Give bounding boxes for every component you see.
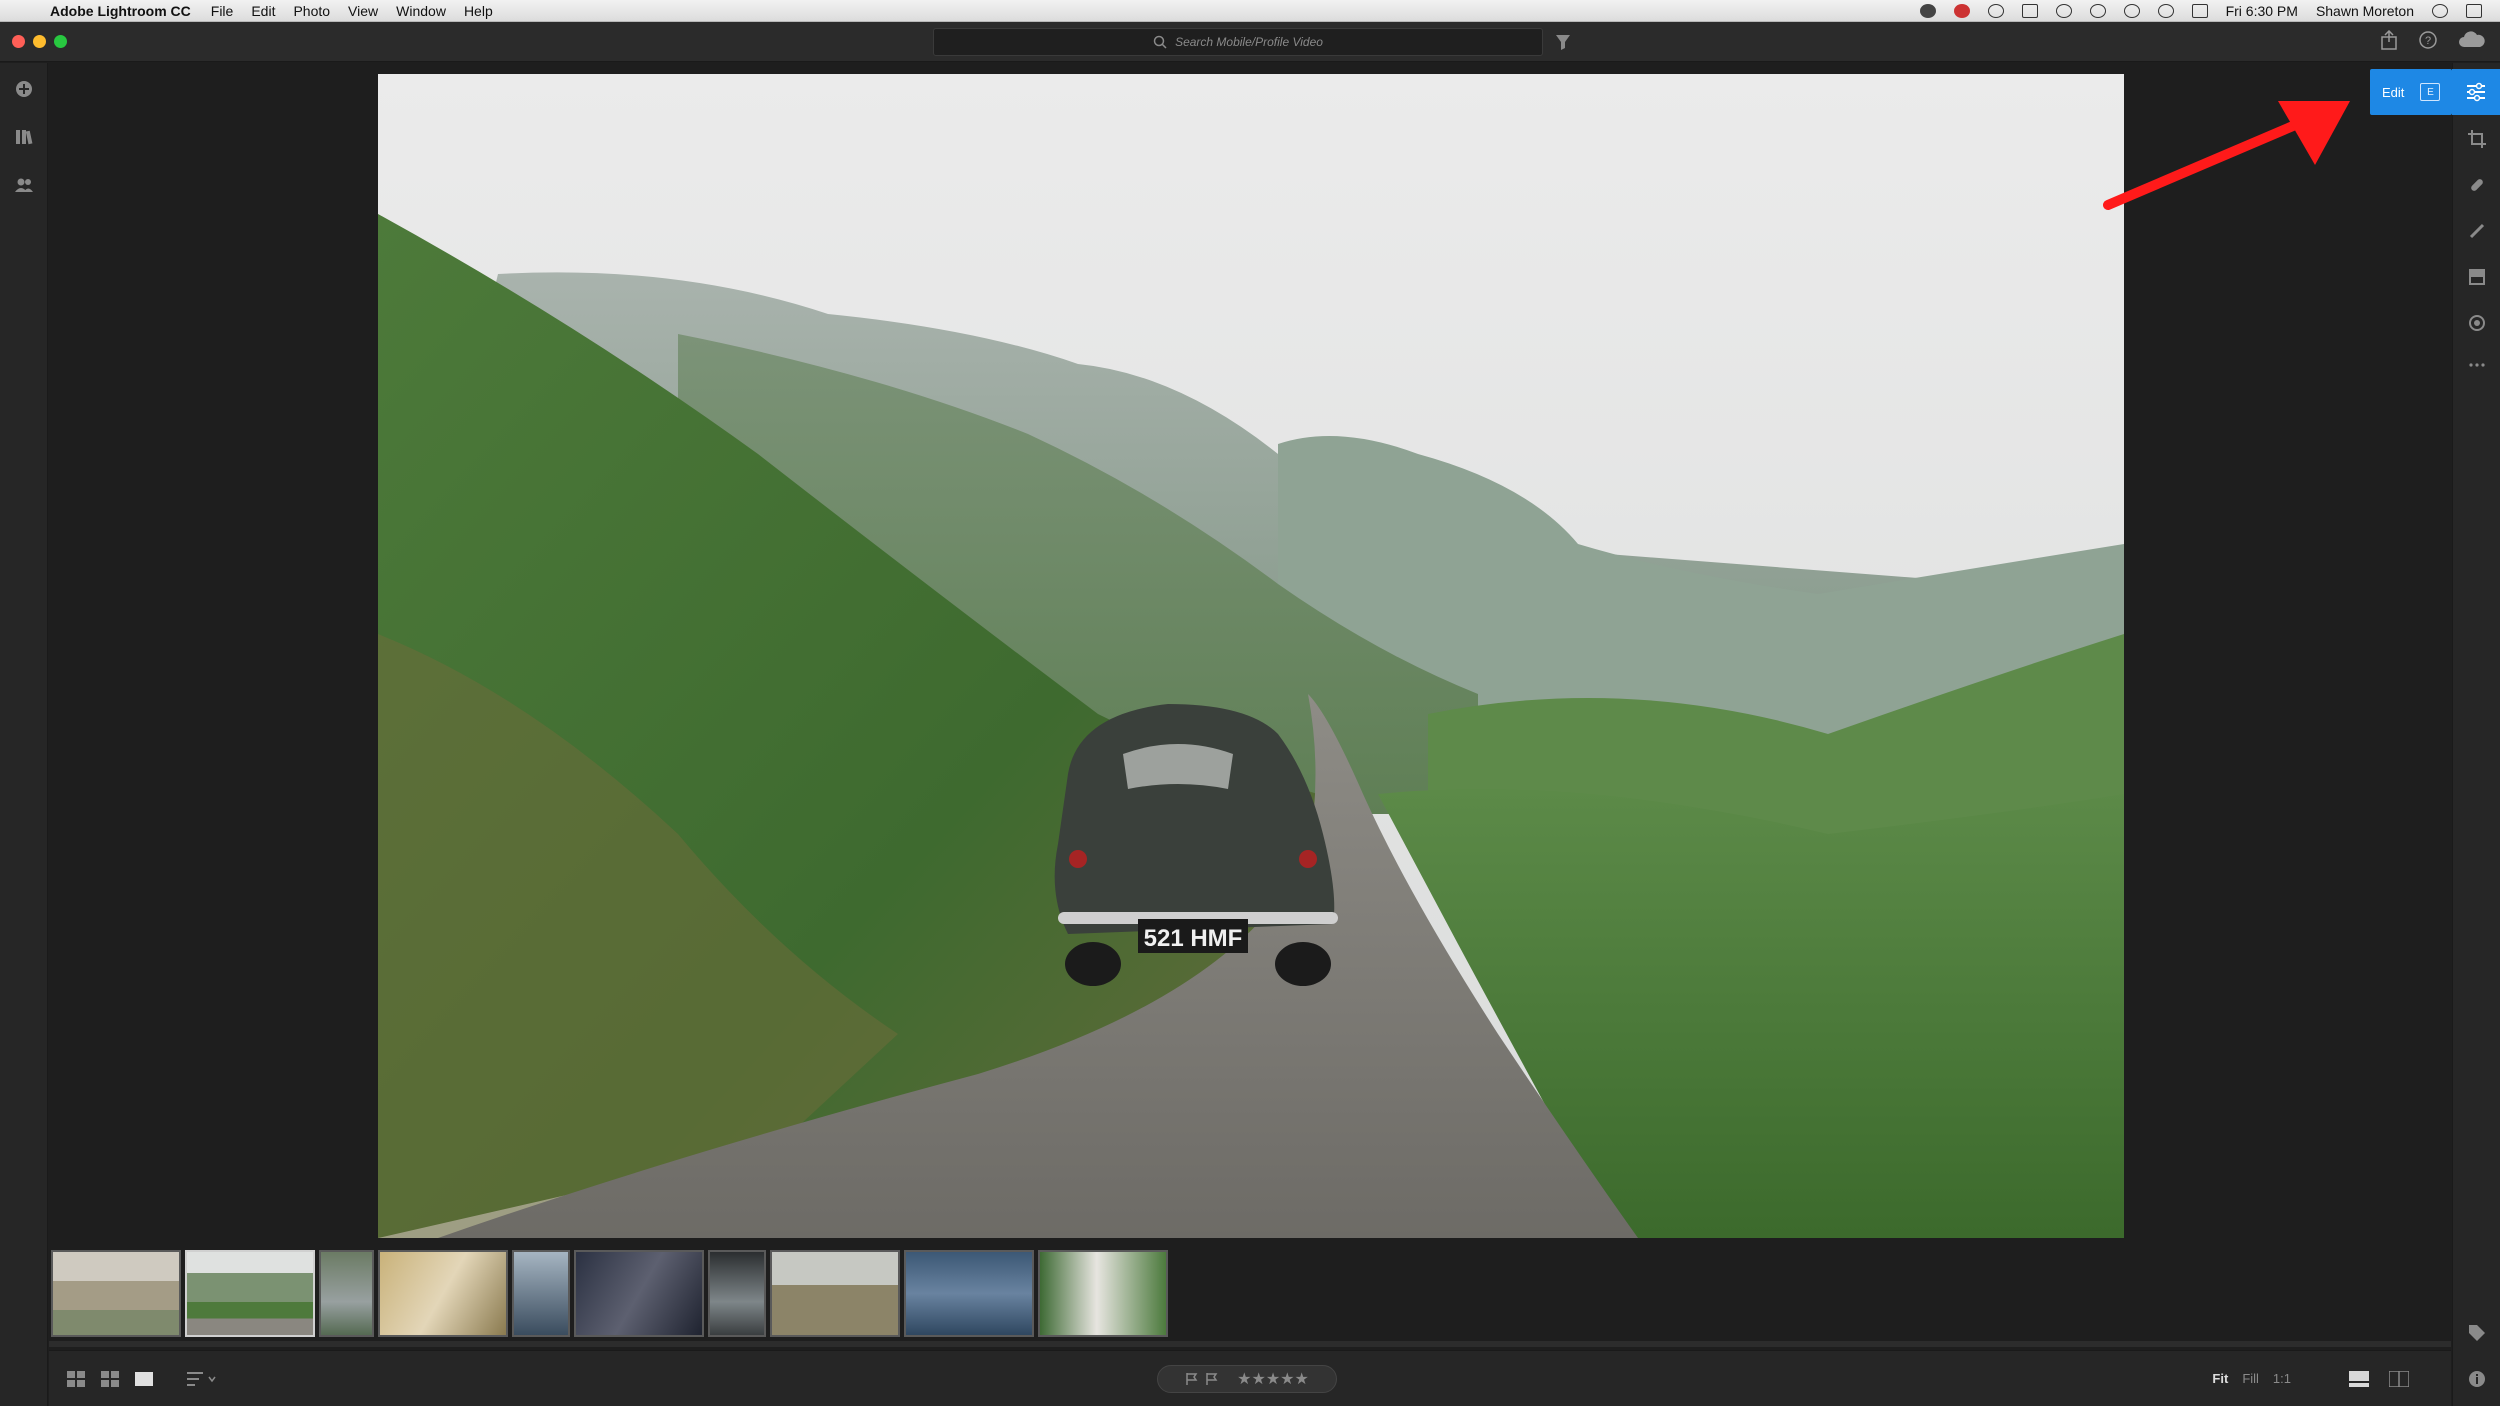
more-options-icon[interactable] <box>2467 355 2487 375</box>
menu-window[interactable]: Window <box>396 3 446 19</box>
filmstrip-thumbnail[interactable] <box>512 1250 570 1337</box>
app-name-menu[interactable]: Adobe Lightroom CC <box>50 3 191 19</box>
filmstrip-thumbnail[interactable] <box>1038 1250 1168 1337</box>
filmstrip-thumbnail[interactable] <box>319 1250 374 1337</box>
square-grid-view-icon[interactable] <box>67 1371 85 1387</box>
edit-panel-toggle[interactable]: Edit E <box>2370 69 2452 115</box>
filmstrip <box>49 1243 2451 1347</box>
info-icon[interactable] <box>2467 1369 2487 1389</box>
notification-center-icon[interactable] <box>2466 4 2482 18</box>
main-photo[interactable]: 521 HMF <box>378 74 2124 1238</box>
menu-photo[interactable]: Photo <box>293 3 330 19</box>
filmstrip-thumbnail[interactable] <box>574 1250 704 1337</box>
edit-sliders-button[interactable] <box>2452 69 2500 115</box>
notification-tray-icon[interactable] <box>1953 4 1970 18</box>
menu-bar-status-area: Fri 6:30 PM Shawn Moreton <box>1919 0 2482 22</box>
toolbar-right-icons: ? <box>2380 30 2486 50</box>
bluetooth-icon[interactable] <box>2089 4 2106 18</box>
bottom-toolbar: ★★★★★ Fit Fill 1:1 <box>49 1350 2451 1406</box>
lightroom-window: Adobe Lightroom CC File Edit Photo View … <box>0 0 2500 1406</box>
zoom-fit-button[interactable]: Fit <box>2212 1371 2228 1386</box>
crop-icon[interactable] <box>2467 129 2487 149</box>
volume-icon[interactable] <box>2157 4 2174 18</box>
healing-brush-icon[interactable] <box>2467 175 2487 195</box>
minimize-window-button[interactable] <box>33 35 46 48</box>
filmstrip-thumbnail[interactable] <box>904 1250 1034 1337</box>
filmstrip-thumbnail[interactable] <box>51 1250 181 1337</box>
right-panel-rail <box>2452 63 2500 1406</box>
pick-flag-icon[interactable] <box>1185 1372 1199 1386</box>
filmstrip-thumbnail[interactable] <box>708 1250 766 1337</box>
display-icon[interactable] <box>2191 4 2208 18</box>
star-rating[interactable]: ★★★★★ <box>1237 1369 1309 1389</box>
edit-shortcut-badge: E <box>2420 83 2441 101</box>
shield-tray-icon[interactable] <box>2021 4 2038 18</box>
filmstrip-thumbnail[interactable] <box>378 1250 508 1337</box>
brush-icon[interactable] <box>2467 221 2487 241</box>
app-toolbar: Search Mobile/Profile Video ? <box>0 22 2500 62</box>
cloud-sync-icon[interactable] <box>2458 31 2486 49</box>
detail-view-icon[interactable] <box>135 1371 153 1387</box>
menu-file[interactable]: File <box>211 3 234 19</box>
search-icon <box>1153 35 1167 49</box>
library-icon[interactable] <box>14 127 34 147</box>
sort-options-icon[interactable] <box>187 1371 217 1387</box>
menu-edit[interactable]: Edit <box>251 3 275 19</box>
filmstrip-thumbnail[interactable] <box>770 1250 900 1337</box>
creative-cloud-tray-icon[interactable] <box>1919 4 1936 18</box>
zoom-fill-button[interactable]: Fill <box>2242 1371 2259 1386</box>
menu-view[interactable]: View <box>348 3 378 19</box>
compare-view-icon[interactable] <box>2389 1371 2409 1387</box>
macos-menu-bar: Adobe Lightroom CC File Edit Photo View … <box>0 0 2500 22</box>
license-plate: 521 HMF <box>1144 925 1243 952</box>
close-window-button[interactable] <box>12 35 25 48</box>
filmstrip-scrollbar[interactable] <box>49 1341 2451 1347</box>
search-placeholder: Search Mobile/Profile Video <box>1175 35 1323 49</box>
window-controls <box>12 35 67 48</box>
wifi-icon[interactable] <box>2123 4 2140 18</box>
left-panel-rail <box>0 63 48 1406</box>
zoom-1-1-button[interactable]: 1:1 <box>2273 1371 2291 1386</box>
help-icon[interactable]: ? <box>2418 30 2438 50</box>
flag-and-rating-control: ★★★★★ <box>1157 1365 1337 1393</box>
share-icon[interactable] <box>2380 30 2398 50</box>
search-input[interactable]: Search Mobile/Profile Video <box>933 28 1543 56</box>
sync-tray-icon[interactable] <box>1987 4 2004 18</box>
svg-text:?: ? <box>2425 35 2431 47</box>
filter-icon[interactable] <box>1555 33 1571 51</box>
menu-bar-clock[interactable]: Fri 6:30 PM <box>2226 3 2298 19</box>
radial-gradient-icon[interactable] <box>2467 313 2487 333</box>
menu-help[interactable]: Help <box>464 3 493 19</box>
zoom-window-button[interactable] <box>54 35 67 48</box>
photo-grid-view-icon[interactable] <box>101 1371 119 1387</box>
filmstrip-toggle-icon[interactable] <box>2349 1371 2369 1387</box>
zoom-controls: Fit Fill 1:1 <box>2212 1371 2291 1386</box>
keyword-tag-icon[interactable] <box>2467 1323 2487 1343</box>
menu-bar-user[interactable]: Shawn Moreton <box>2316 3 2414 19</box>
sliders-icon <box>2467 82 2485 102</box>
filmstrip-thumbnail-selected[interactable] <box>185 1250 315 1337</box>
road-car-landscape-image: 521 HMF <box>378 74 2124 1238</box>
spotlight-search-icon[interactable] <box>2432 4 2448 18</box>
people-icon[interactable] <box>14 175 34 195</box>
add-photos-icon[interactable] <box>14 79 34 99</box>
time-machine-icon[interactable] <box>2055 4 2072 18</box>
reject-flag-icon[interactable] <box>1205 1372 1219 1386</box>
linear-gradient-icon[interactable] <box>2467 267 2487 287</box>
edit-button-label: Edit <box>2382 84 2405 100</box>
annotation-arrow <box>2103 101 2350 210</box>
